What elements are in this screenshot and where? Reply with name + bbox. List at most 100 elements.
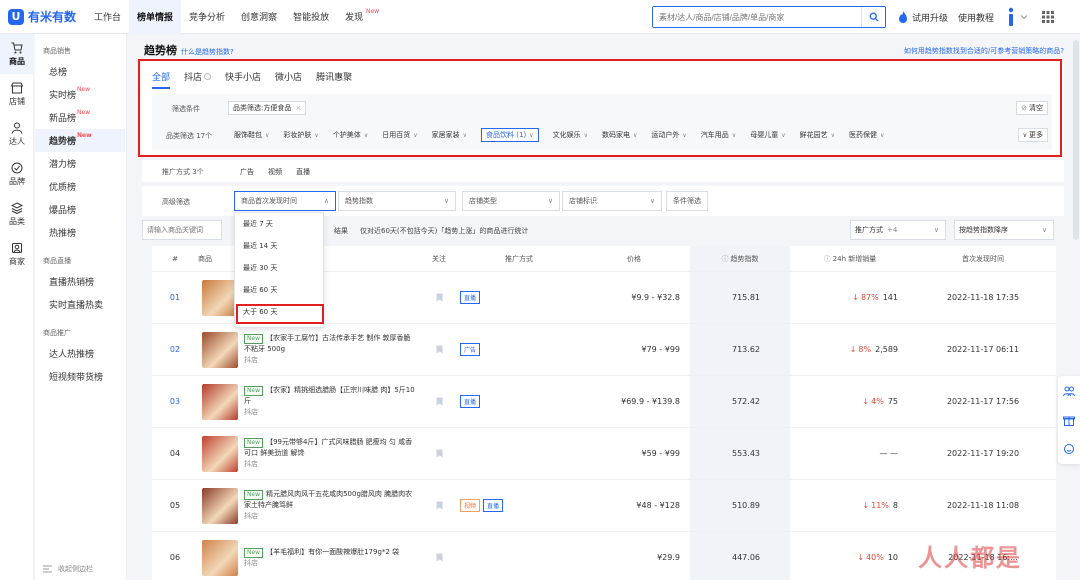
bookmark-icon[interactable] [436,345,443,354]
sidebar-item[interactable]: 达人热推榜 [35,342,126,365]
follow-cell[interactable] [418,376,460,427]
bookmark-icon[interactable] [436,553,443,562]
dropdown-option-2[interactable]: 最近 30 天 [235,257,323,279]
first-seen-select[interactable]: 商品首次发现时间 ∧ [234,191,336,211]
sidebar-item[interactable]: 优质榜 [35,175,126,198]
rail-item-3[interactable]: 品牌 [0,154,34,194]
promo-label: 推广方式 3个 [162,168,204,176]
product-title[interactable]: 【农家手工腐竹】古法传承手艺 制作 敦厚香脆 不粘牙 500g [244,334,411,353]
sidebar-item[interactable]: 实时榜 New [35,83,126,106]
logo[interactable]: U 有米有数 [8,8,86,25]
table-row[interactable]: 03 New 【农家】精挑细选腊肠【正宗川味腊 肉】5斤10斤 抖店 直播 ¥69.9 -… [152,376,1056,428]
rail-item-1[interactable]: 店铺 [0,74,34,114]
follow-cell[interactable] [418,480,460,531]
support-icon[interactable] [1063,443,1075,455]
scrollbar[interactable] [1073,40,1079,240]
dropdown-option-1[interactable]: 最近 14 天 [235,235,323,257]
sidebar-item[interactable]: 新品榜 New [35,106,126,129]
bookmark-icon[interactable] [436,293,443,302]
nav-item-3[interactable]: 创意洞察 [233,0,285,34]
table-row[interactable]: 02 New 【农家手工腐竹】古法传承手艺 制作 敦厚香脆 不粘牙 500g 抖店 广告… [152,324,1056,376]
product-thumbnail[interactable] [202,383,238,420]
goods-cell[interactable]: New 【羊毛福利】有你一面酸辣爆肚179g*2 袋抖店 [198,532,418,580]
collapse-sidebar[interactable]: 收起侧边栏 [43,564,93,574]
nav-item-4[interactable]: 智能投放 [285,0,337,34]
goods-cell[interactable]: New 【农家手工腐竹】古法传承手艺 制作 敦厚香脆 不粘牙 500g 抖店 [198,324,418,375]
new-tag: New [244,438,264,448]
product-title[interactable]: 【农家】精挑细选腊肠【正宗川味腊 肉】5斤10斤 [244,386,415,405]
search-button[interactable] [861,7,885,27]
sales-change: 40% [866,553,884,562]
th-sales[interactable]: ⓘ 24h 新增销量 [790,246,910,271]
title-row: 趋势榜 什么是趋势指数? [144,42,234,58]
follow-cell[interactable] [418,272,460,323]
th-index[interactable]: ⓘ 趋势指数 [690,246,790,271]
sidebar-item[interactable]: 短视频带货榜 [35,365,126,388]
rail-item-0[interactable]: 商品 [0,34,34,74]
bookmark-icon[interactable] [436,449,443,458]
dropdown-option-0[interactable]: 最近 7 天 [235,213,323,235]
rail-item-4[interactable]: 品类 [0,194,34,234]
first-seen-cell: 2022-11-18 11:08 [946,501,1020,510]
global-search-input[interactable] [653,7,861,27]
product-thumbnail[interactable] [202,331,238,368]
apps-grid-icon[interactable] [1042,11,1055,23]
what-is-trend-link[interactable]: 什么是趋势指数? [181,47,234,57]
dropdown-option-3[interactable]: 最近 60 天 [235,279,323,301]
goods-cell[interactable]: New 精元腊风肉风干五花咸肉500g腊风肉 腌腊肉农家土特产腌笃鲜 抖店 [198,480,418,531]
sort-select[interactable]: 按趋势指数降序 ∨ [954,220,1054,240]
promo-option-video[interactable]: 视频 [268,167,282,177]
sidebar-item[interactable]: 直播热销榜 [35,270,126,293]
goods-cell[interactable]: New 【99元带够4斤】广式风味腊肠 肥瘦均 匀 咸香可口 鲜美劲道 解馋 抖店 [198,428,418,479]
follow-cell[interactable] [418,324,460,375]
trend-index-cell: 553.43 [690,428,790,479]
help-link[interactable]: 如何用趋势指数找到合适的/可参考营销策略的商品? [904,46,1064,56]
help-icon[interactable]: ⓘ [722,254,729,264]
product-thumbnail[interactable] [202,539,238,576]
chevron-down-icon[interactable] [1020,13,1028,21]
nav-item-2[interactable]: 竞争分析 [181,0,233,34]
product-thumbnail[interactable] [202,435,238,472]
rail-item-2[interactable]: 达人 [0,114,34,154]
sidebar-item[interactable]: 总榜 [35,60,126,83]
follow-cell[interactable] [418,532,460,580]
condition-filter-button[interactable]: 条件筛选 [666,191,708,211]
keyword-input[interactable] [142,220,222,240]
bookmark-icon[interactable] [436,501,443,510]
rail-item-5[interactable]: 商家 [0,234,34,274]
avatar-icon[interactable] [1006,7,1016,27]
goods-cell[interactable]: New 【农家】精挑细选腊肠【正宗川味腊 肉】5斤10斤 抖店 [198,376,418,427]
product-title[interactable]: 精元腊风肉风干五花咸肉500g腊风肉 腌腊肉农家土特产腌笃鲜 [244,490,412,509]
sidebar-item-label: 总榜 [49,68,68,78]
promo-option-live[interactable]: 直播 [296,167,310,177]
shop-type-select[interactable]: 店铺类型 ∨ [462,191,560,211]
promo-option-ad[interactable]: 广告 [240,167,254,177]
product-title[interactable]: 【99元带够4斤】广式风味腊肠 肥瘦均 匀 咸香可口 鲜美劲道 解馋 [244,438,412,457]
upgrade-button[interactable]: 试用升级 [898,11,948,24]
group-icon[interactable] [1063,385,1075,397]
trend-index-select[interactable]: 趋势指数 ∨ [338,191,456,211]
product-title[interactable]: 【羊毛福利】有你一面酸辣爆肚179g*2 袋 [266,548,399,556]
gift-icon[interactable] [1063,414,1075,426]
table-row[interactable]: 05 New 精元腊风肉风干五花咸肉500g腊风肉 腌腊肉农家土特产腌笃鲜 抖店 视频直… [152,480,1056,532]
sidebar-item[interactable]: 爆品榜 [35,198,126,221]
sidebar-item[interactable]: 实时直播热卖 [35,293,126,316]
upgrade-label: 试用升级 [912,13,949,24]
sidebar-item[interactable]: 趋势榜 New [35,129,125,152]
price-cell: ¥48 - ¥128 [636,501,680,510]
help-icon[interactable]: ⓘ [824,254,831,264]
promo-method-select[interactable]: 推广方式 +4 ∨ [850,220,946,240]
product-thumbnail[interactable] [202,487,238,524]
sidebar-item[interactable]: 潜力榜 [35,152,126,175]
follow-cell[interactable] [418,428,460,479]
sidebar-item[interactable]: 热推榜 [35,221,126,244]
nav-item-5[interactable]: 发现 New [337,0,379,34]
table-row[interactable]: 04 New 【99元带够4斤】广式风味腊肠 肥瘦均 匀 咸香可口 鲜美劲道 解馋抖… [152,428,1056,480]
sidebar-item-label: 实时直播热卖 [49,301,104,311]
nav-item-1[interactable]: 榜单情报 [129,0,182,34]
nav-item-0[interactable]: 工作台 [86,0,129,34]
bookmark-icon[interactable] [436,397,443,406]
shop-mark-select[interactable]: 店铺标识 ∨ [562,191,662,211]
product-thumbnail[interactable] [202,279,238,316]
tutorial-link[interactable]: 使用教程 [958,11,994,24]
